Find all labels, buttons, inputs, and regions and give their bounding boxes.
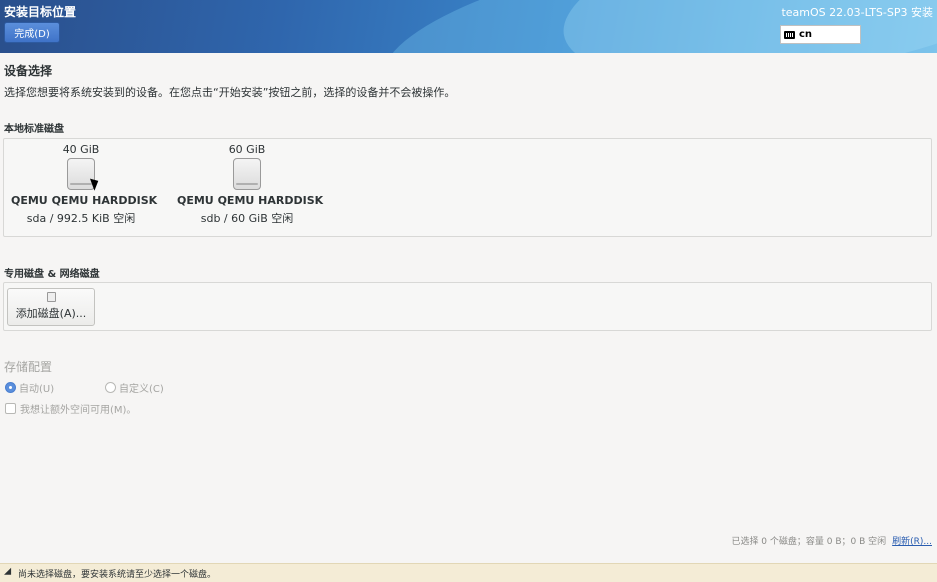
disk-size: 40 GiB xyxy=(62,143,100,156)
disk-info: sdb / 60 GiB 空闲 xyxy=(200,212,294,225)
local-disks-title: 本地标准磁盘 xyxy=(4,124,64,135)
keyboard-layout-label: cn xyxy=(799,29,813,40)
done-button[interactable]: 完成(D) xyxy=(4,22,60,43)
disk-sdb[interactable]: 60 GiB QEMU QEMU HARDDISK sdb / 60 GiB 空… xyxy=(177,143,324,226)
radio-automatic[interactable]: 自动(U) xyxy=(5,380,54,395)
selection-summary: 已选择 0 个磁盘；容量 0 B；0 B 空闲 刷新(R)... xyxy=(731,534,932,547)
header-bar: 安装目标位置 完成(D) teamOS 22.03-LTS-SP3 安装 cn xyxy=(0,0,937,53)
harddisk-icon xyxy=(67,158,95,190)
radio-button[interactable] xyxy=(105,382,116,393)
storage-config-title: 存储配置 xyxy=(4,360,53,374)
specialized-disks-panel xyxy=(3,282,932,331)
add-disk-button[interactable]: 添加磁盘(A)... xyxy=(7,288,95,326)
refresh-link[interactable]: 刷新(R)... xyxy=(892,534,932,547)
extra-space-label: 我想让额外空间可用(M)。 xyxy=(20,405,137,416)
keyboard-icon xyxy=(784,30,795,39)
product-title: teamOS 22.03-LTS-SP3 安装 xyxy=(781,6,933,19)
add-disk-label: 添加磁盘(A)... xyxy=(15,307,87,320)
extra-space-checkbox[interactable] xyxy=(5,403,16,414)
device-selection-description: 选择您想要将系统安装到的设备。在您点击“开始安装”按钮之前，选择的设备并不会被操… xyxy=(4,86,456,99)
page-title: 安装目标位置 xyxy=(4,5,77,19)
keyboard-layout-indicator[interactable]: cn xyxy=(780,25,861,44)
radio-custom-label: 自定义(C) xyxy=(119,384,164,395)
disk-name: QEMU QEMU HARDDISK xyxy=(177,194,324,207)
warning-bar[interactable]: 尚未选择磁盘，要安装系统请至少选择一个磁盘。 xyxy=(0,563,937,582)
warning-text: 尚未选择磁盘，要安装系统请至少选择一个磁盘。 xyxy=(18,569,217,580)
radio-automatic-label: 自动(U) xyxy=(19,384,55,395)
disk-name: QEMU QEMU HARDDISK xyxy=(11,194,158,207)
summary-text: 已选择 0 个磁盘；容量 0 B；0 B 空闲 xyxy=(731,537,887,547)
disk-sda[interactable]: 40 GiB QEMU QEMU HARDDISK sda / 992.5 Ki… xyxy=(11,143,158,226)
radio-button-checked[interactable] xyxy=(5,382,16,393)
extra-space-option[interactable]: 我想让额外空间可用(M)。 xyxy=(5,401,136,416)
device-selection-title: 设备选择 xyxy=(4,64,53,78)
warning-expand-icon xyxy=(4,567,15,579)
local-disks-panel: 40 GiB QEMU QEMU HARDDISK sda / 992.5 Ki… xyxy=(3,138,932,237)
disk-info: sda / 992.5 KiB 空闲 xyxy=(26,212,136,225)
disk-size: 60 GiB xyxy=(228,143,266,156)
harddisk-icon xyxy=(233,158,261,190)
specialized-disks-title: 专用磁盘 & 网络磁盘 xyxy=(4,269,100,280)
radio-custom[interactable]: 自定义(C) xyxy=(105,380,164,395)
harddisk-icon xyxy=(46,292,56,302)
